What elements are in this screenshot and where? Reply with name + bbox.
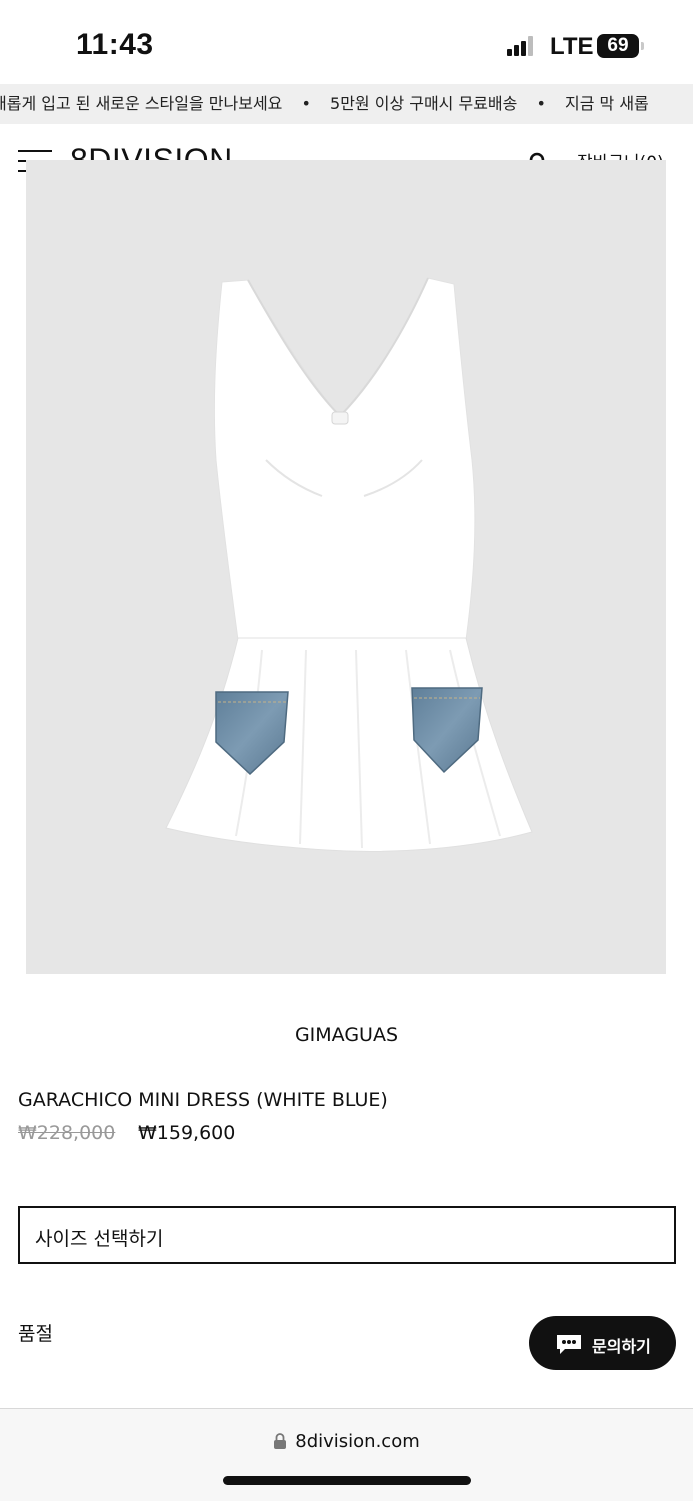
lock-icon [274,1433,287,1449]
url-container[interactable]: 8division.com [0,1431,693,1452]
banner-separator: • [301,94,311,113]
browser-address-bar[interactable]: 8division.com [0,1408,693,1501]
inquiry-label: 문의하기 [592,1337,651,1356]
cellular-signal-icon [507,36,535,56]
battery-cap [641,42,644,50]
dress-illustration [165,277,533,852]
product-image[interactable] [26,160,666,974]
banner-message: 새롭게 입고 된 새로운 스타일을 만나보세요 [0,94,283,113]
product-brand[interactable]: GIMAGUAS [0,1024,693,1046]
size-select-dropdown[interactable]: 사이즈 선택하기 [18,1206,676,1264]
stock-status: 품절 [18,1323,53,1345]
original-price: ₩228,000 [18,1122,116,1144]
banner-separator: • [536,94,546,113]
promo-banner: 새롭게 입고 된 새로운 스타일을 만나보세요 • 5만원 이상 구매시 무료배… [0,84,693,124]
network-type: LTE [550,33,594,60]
inquiry-chat-button[interactable]: 문의하기 [529,1316,676,1370]
battery-icon: 69 [597,34,639,58]
banner-track: 새롭게 입고 된 새로운 스타일을 만나보세요 • 5만원 이상 구매시 무료배… [0,84,649,124]
banner-message: 지금 막 새롭 [565,94,649,113]
home-indicator[interactable] [223,1476,471,1485]
chat-bubble-icon [557,1335,581,1354]
status-time: 11:43 [76,28,154,61]
banner-message: 5만원 이상 구매시 무료배송 [330,94,518,113]
url-text: 8division.com [295,1431,420,1452]
size-select-label: 사이즈 선택하기 [35,1228,164,1250]
status-bar: 11:43 LTE 69 [0,0,693,84]
product-name: GARACHICO MINI DRESS (WHITE BLUE) [18,1089,388,1111]
sale-price: ₩159,600 [138,1122,236,1144]
